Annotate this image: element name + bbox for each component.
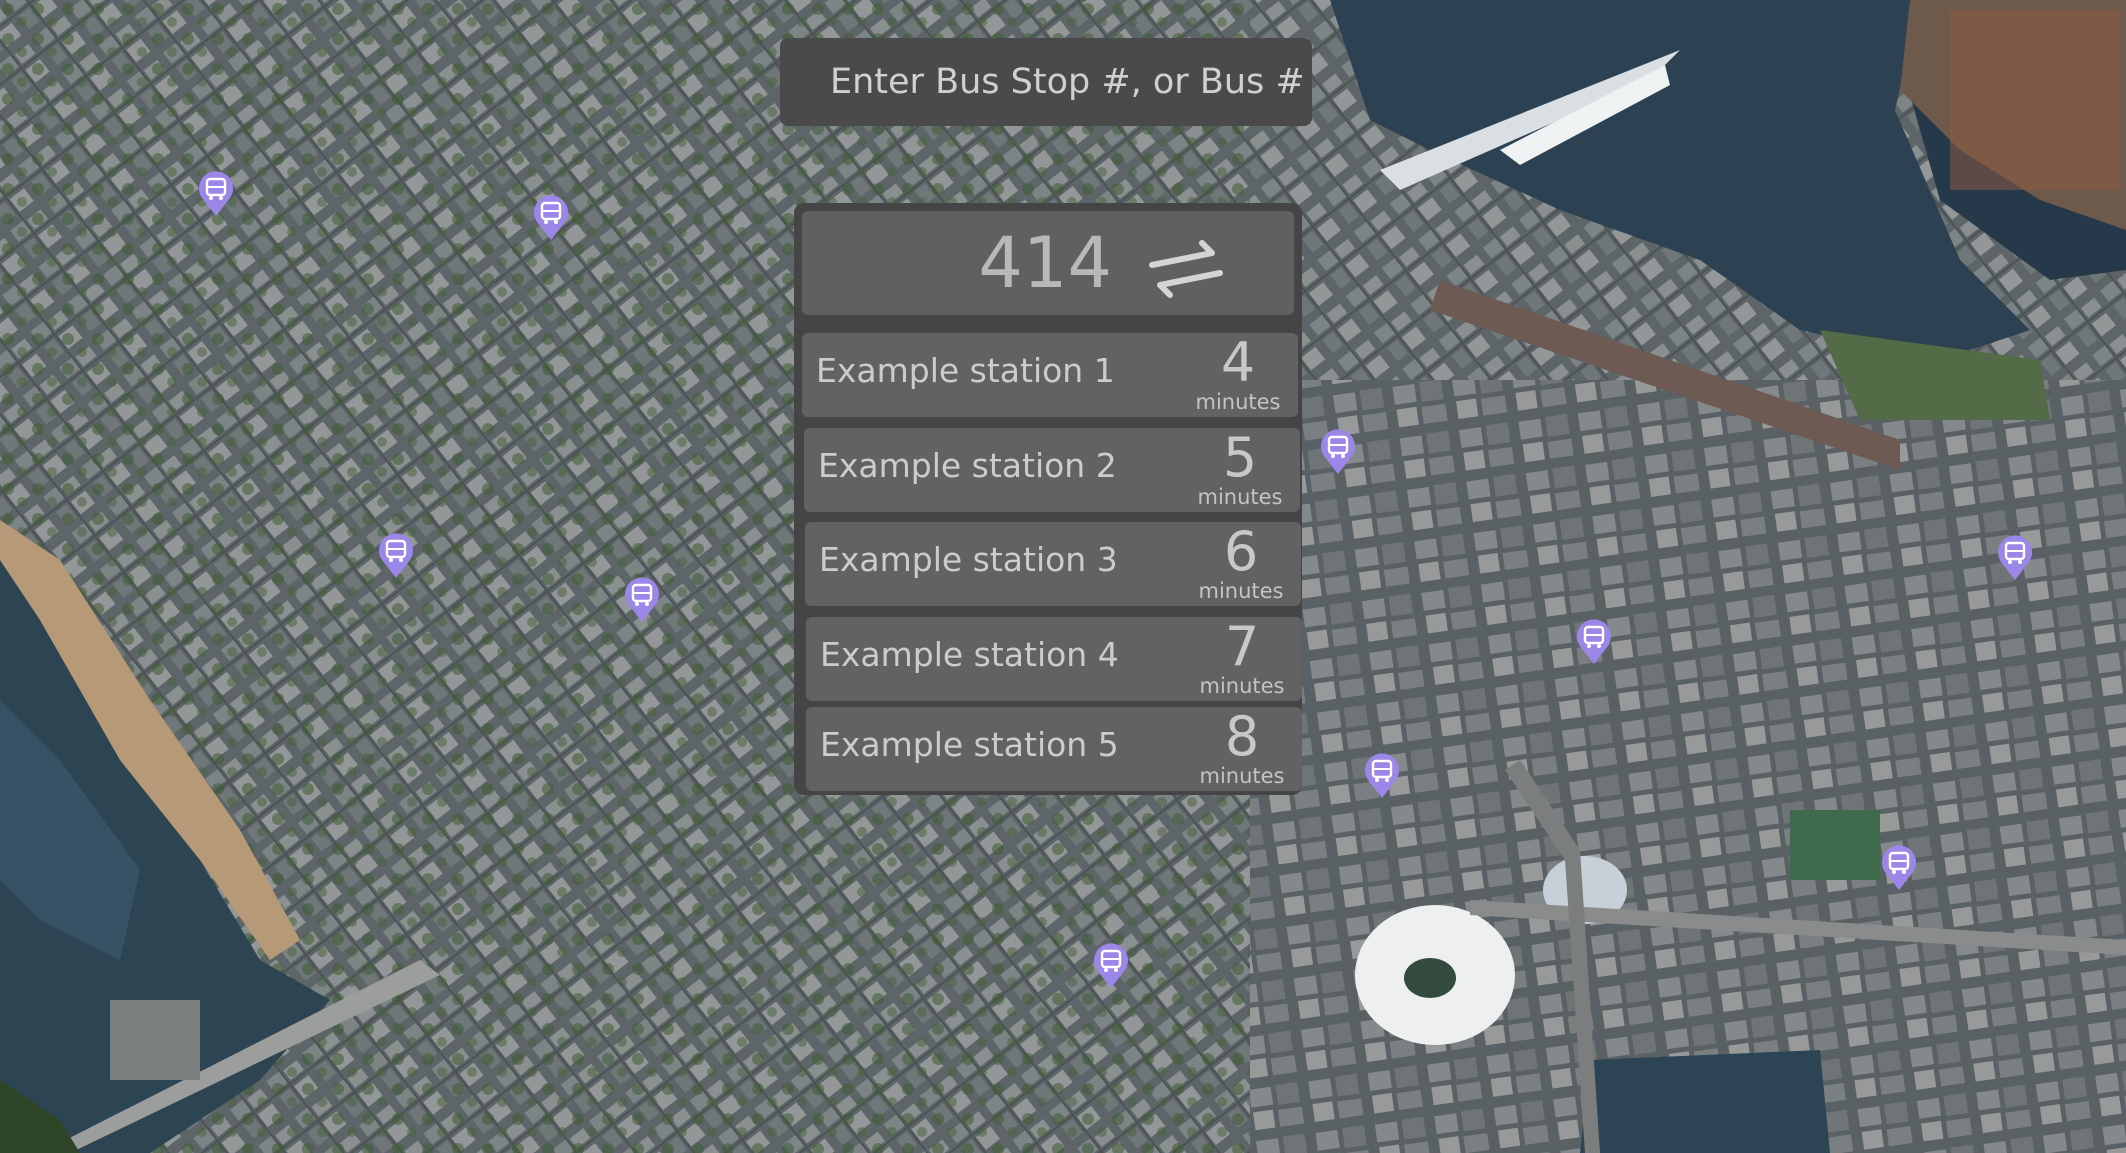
stop-row[interactable]: Example station 2 5 minutes xyxy=(804,428,1300,512)
eta-unit: minutes xyxy=(1198,579,1284,603)
stop-name: Example station 2 xyxy=(818,446,1117,485)
stop-name: Example station 5 xyxy=(820,725,1119,764)
stop-name: Example station 3 xyxy=(819,540,1118,579)
bus-stop-marker-icon xyxy=(1094,943,1128,988)
eta-unit: minutes xyxy=(1199,764,1285,788)
stop-name: Example station 1 xyxy=(816,351,1115,390)
stop-eta: 8 minutes xyxy=(1192,705,1292,788)
bus-stop-marker[interactable] xyxy=(1995,532,2035,582)
bus-stop-marker[interactable] xyxy=(1362,750,1402,800)
route-number: 414 xyxy=(978,222,1112,304)
bus-stop-marker[interactable] xyxy=(196,168,236,218)
swap-direction-icon-graphic xyxy=(1149,240,1223,298)
bus-stop-marker[interactable] xyxy=(1091,940,1131,990)
eta-value: 8 xyxy=(1224,705,1260,768)
bus-stop-marker[interactable] xyxy=(531,192,571,242)
eta-unit: minutes xyxy=(1199,674,1285,698)
bus-stop-marker[interactable] xyxy=(1318,426,1358,476)
bus-stop-marker-icon xyxy=(625,577,659,622)
bus-stop-marker-icon xyxy=(1365,753,1399,798)
stop-row[interactable]: Example station 3 6 minutes xyxy=(805,522,1301,606)
stop-eta: 4 minutes xyxy=(1188,331,1288,414)
bus-stop-marker[interactable] xyxy=(376,530,416,580)
bus-stop-marker[interactable] xyxy=(1574,616,1614,666)
stop-name: Example station 4 xyxy=(820,635,1119,674)
search-box xyxy=(780,38,1312,126)
eta-value: 5 xyxy=(1222,426,1258,489)
eta-value: 7 xyxy=(1224,615,1260,678)
bus-stop-marker[interactable] xyxy=(1879,842,1919,892)
bus-stop-marker-icon xyxy=(1998,535,2032,580)
stop-row[interactable]: Example station 1 4 minutes xyxy=(802,333,1298,417)
route-panel: 414 Example station 1 4 minutes Example … xyxy=(794,203,1302,795)
bus-stop-marker[interactable] xyxy=(622,574,662,624)
stop-eta: 6 minutes xyxy=(1191,520,1291,603)
bus-stop-marker-icon xyxy=(1882,845,1916,890)
bus-stop-marker-icon xyxy=(534,195,568,240)
search-input[interactable] xyxy=(780,38,1312,126)
eta-unit: minutes xyxy=(1197,485,1283,509)
stop-row[interactable]: Example station 5 8 minutes xyxy=(806,707,1302,791)
eta-unit: minutes xyxy=(1195,390,1281,414)
bus-stop-marker-icon xyxy=(199,171,233,216)
bus-stop-marker-icon xyxy=(379,533,413,578)
eta-value: 4 xyxy=(1220,331,1256,394)
stop-row[interactable]: Example station 4 7 minutes xyxy=(806,617,1302,701)
eta-value: 6 xyxy=(1223,520,1259,583)
stop-eta: 5 minutes xyxy=(1190,426,1290,509)
bus-stop-marker-icon xyxy=(1321,429,1355,474)
route-header: 414 xyxy=(802,211,1294,315)
bus-stop-marker-icon xyxy=(1577,619,1611,664)
stop-eta: 7 minutes xyxy=(1192,615,1292,698)
swap-direction-icon[interactable] xyxy=(1148,239,1224,299)
